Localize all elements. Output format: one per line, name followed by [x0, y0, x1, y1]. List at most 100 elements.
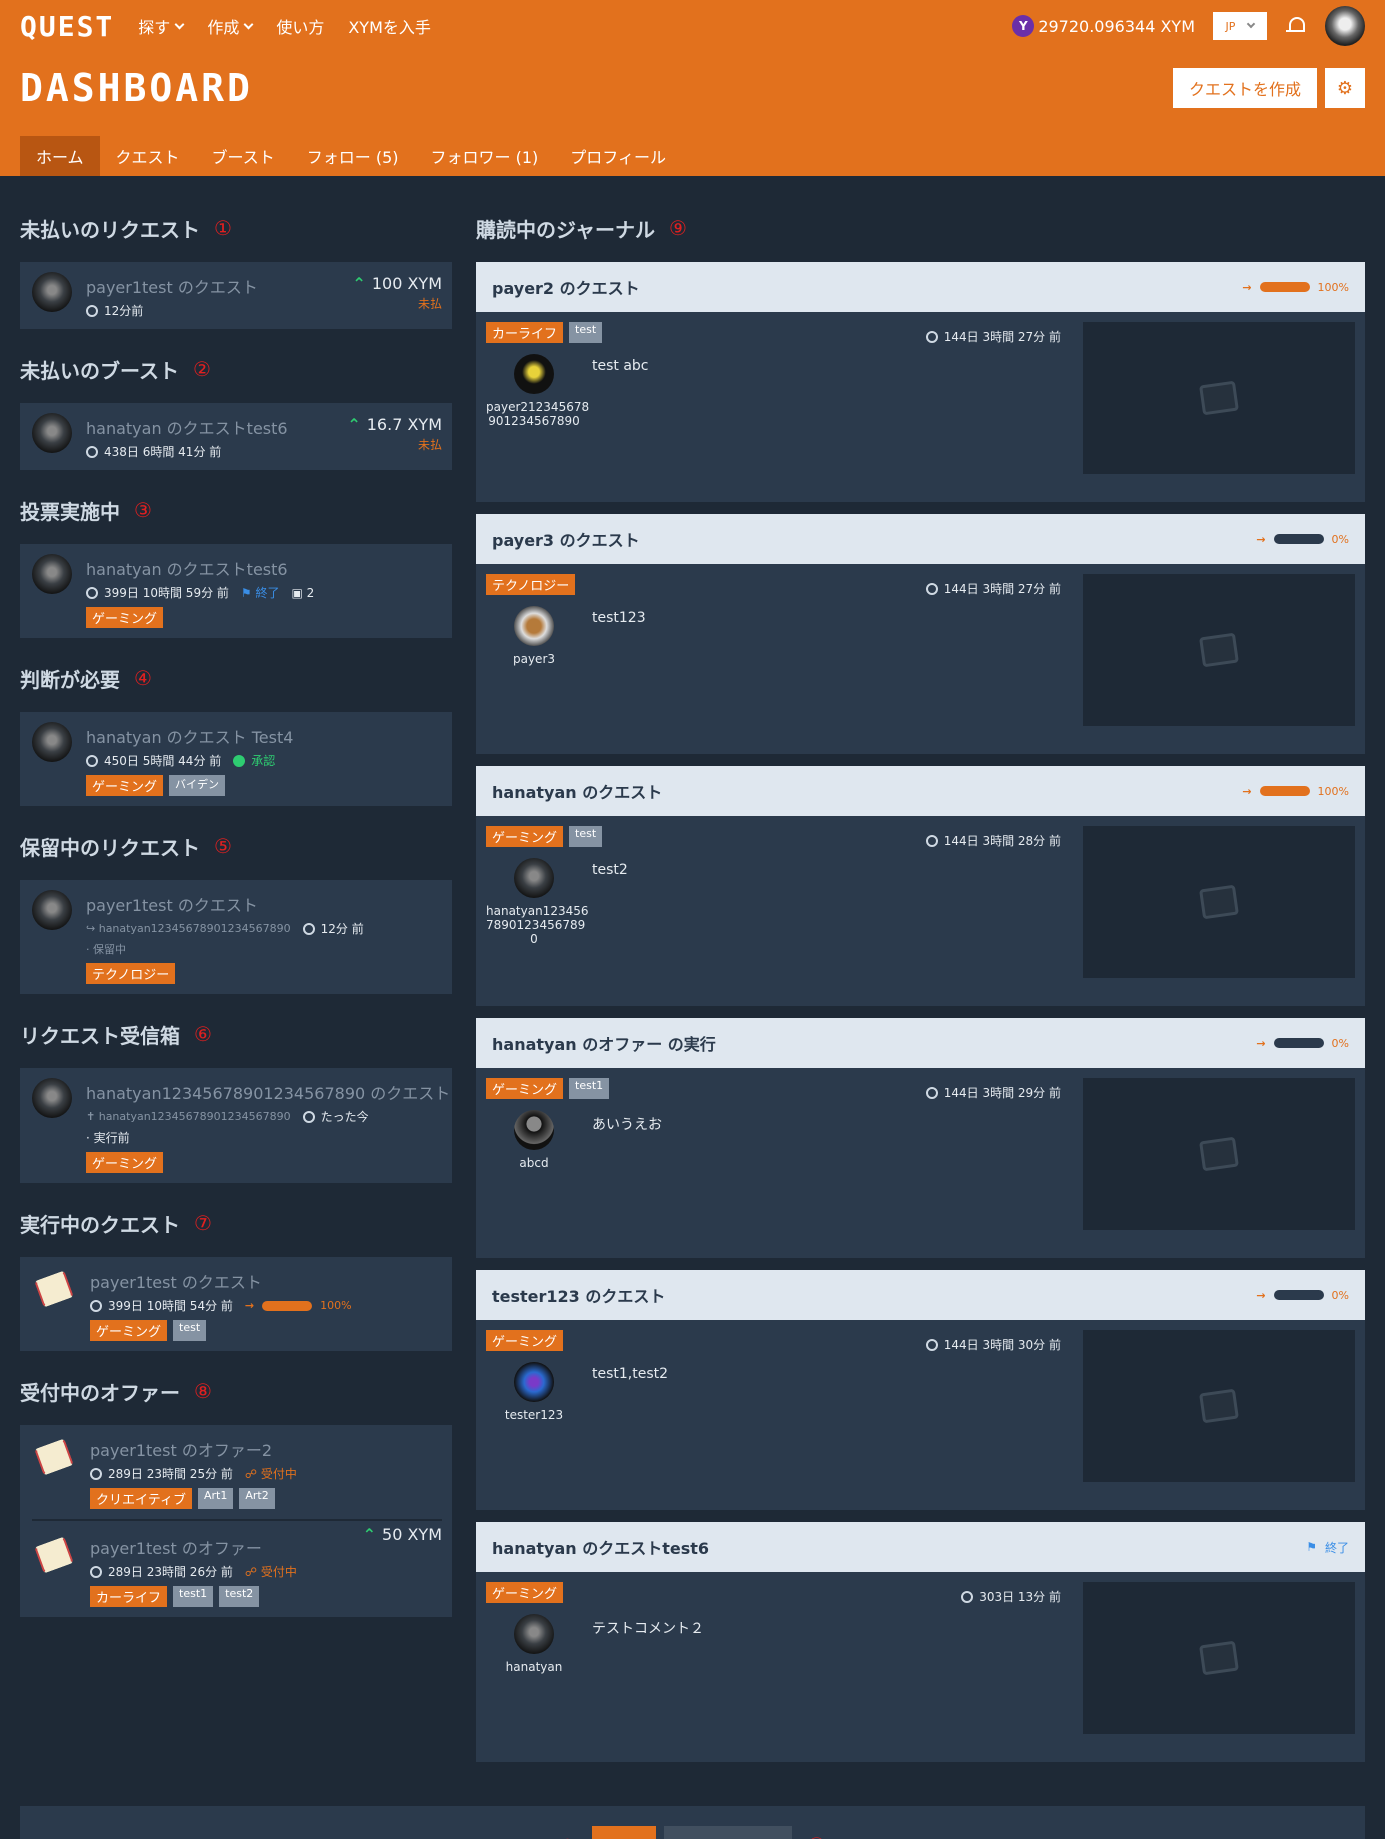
tag[interactable]: ゲーミング — [90, 1320, 168, 1341]
journal-card[interactable]: payer2 のクエスト → 100% カーライフ test 144日 3時間 27分… — [476, 262, 1365, 502]
tab-quest[interactable]: クエスト — [100, 136, 196, 176]
journal-user[interactable]: abcd — [486, 1110, 582, 1170]
journal-comment: test abc — [592, 358, 649, 374]
signout-button[interactable]: サインアウト — [663, 1826, 792, 1839]
tag[interactable]: test — [173, 1320, 207, 1341]
journal-user[interactable]: payer212345678 901234567890 — [486, 354, 589, 428]
time: 399日 10時間 59分 前 — [86, 584, 229, 601]
tag[interactable]: ゲーミング — [486, 826, 564, 847]
list-item[interactable]: payer1test のオファー 289日 23時間 26分 前 ☍ 受付中 カ… — [32, 1519, 442, 1607]
item-name[interactable]: payer1test のクエスト — [86, 892, 442, 916]
logo[interactable]: QUEST — [20, 10, 114, 43]
list-item[interactable]: hanatyan のクエストtest6 399日 10時間 59分 前 ⚑ 終了… — [32, 552, 442, 628]
journal-card[interactable]: payer3 のクエスト → 0% テクノロジー 144日 3時間 27分 前 pa… — [476, 514, 1365, 754]
tag[interactable]: ゲーミング — [86, 607, 164, 628]
journal-comment: テストコメント２ — [592, 1621, 704, 1637]
journal-user[interactable]: tester123 — [486, 1362, 582, 1422]
chevron-up-icon: ⌃ — [362, 1525, 377, 1544]
item-name[interactable]: payer1test のクエスト — [90, 1269, 442, 1293]
tag[interactable]: test2 — [219, 1586, 260, 1607]
settings-button[interactable]: 設定 — [591, 1826, 656, 1839]
tag[interactable]: test1 — [173, 1586, 214, 1607]
tag[interactable]: test — [569, 826, 603, 847]
bell-icon[interactable] — [1285, 15, 1307, 37]
item-name[interactable]: hanatyan12345678901234567890 のクエスト — [86, 1080, 450, 1104]
create-quest-button[interactable]: クエストを作成 — [1172, 68, 1317, 108]
tag[interactable]: ゲーミング — [486, 1582, 564, 1603]
item-name[interactable]: payer1test のオファー2 — [90, 1437, 442, 1461]
amount: ⌃ 16.7 XYM 未払 — [347, 415, 442, 453]
list-item[interactable]: hanatyan のクエストtest6 438日 6時間 41分 前 ⌃ 16.7… — [32, 411, 442, 460]
item-name[interactable]: hanatyan のクエストtest6 — [86, 556, 442, 580]
list-item[interactable]: hanatyan のクエスト Test4 450日 5時間 44分 前 承認 ゲ… — [32, 720, 442, 796]
journal-header: payer3 のクエスト → 0% — [476, 514, 1365, 564]
tag[interactable]: ゲーミング — [86, 775, 164, 796]
tab-home[interactable]: ホーム — [20, 136, 100, 176]
nav-get-xym[interactable]: XYMを入手 — [348, 14, 431, 38]
nav-search[interactable]: 探す — [138, 14, 185, 38]
tag[interactable]: ゲーミング — [86, 1152, 164, 1173]
running-quest-card: payer1test のクエスト 399日 10時間 54分 前 → 100% ゲ… — [20, 1257, 452, 1351]
scroll-icon — [32, 1435, 76, 1479]
status-text: 受付中 — [260, 1467, 297, 1481]
user-settings-button[interactable]: ⚙ — [1325, 68, 1365, 108]
tag[interactable]: ゲーミング — [486, 1330, 564, 1351]
avatar[interactable] — [1325, 6, 1365, 46]
tag[interactable]: Art1 — [197, 1488, 234, 1509]
section-title: 未払いのリクエスト ① — [20, 206, 452, 250]
journal-card[interactable]: hanatyan のクエストtest6 ⚑ 終了 ゲーミング 303日 13分 前 … — [476, 1522, 1365, 1762]
chevron-down-icon — [1247, 19, 1256, 29]
status-text: 受付中 — [260, 1565, 297, 1579]
journal-card[interactable]: hanatyan のオファー の実行 → 0% ゲーミング test1 144日 3時… — [476, 1018, 1365, 1258]
journal-user[interactable]: hanatyan123456 7890123456789 0 — [486, 858, 589, 946]
tab-boost[interactable]: ブースト — [196, 136, 291, 176]
journal-user[interactable]: payer3 — [486, 606, 582, 666]
tag[interactable]: クリエイティブ — [90, 1488, 192, 1509]
list-item[interactable]: payer1test のクエスト 12分前 ⌃ 100 XYM 未払 — [32, 270, 442, 319]
tab-profile[interactable]: プロフィール — [554, 136, 682, 176]
status-badge: 未払 — [417, 438, 442, 452]
list-item[interactable]: payer1test のクエスト 399日 10時間 54分 前 → 100% ゲ… — [32, 1265, 442, 1341]
tag[interactable]: テクノロジー — [86, 963, 176, 984]
chevron-down-icon — [243, 19, 254, 29]
tag[interactable]: カーライフ — [486, 322, 564, 343]
list-item[interactable]: hanatyan12345678901234567890 のクエスト ✝ han… — [32, 1076, 450, 1173]
avatar — [32, 413, 72, 453]
amount-value: 16.7 XYM — [366, 415, 442, 434]
journal-comment: test123 — [592, 610, 646, 626]
scroll-icon — [32, 1267, 76, 1311]
unlock-icon: ☍ — [244, 1565, 261, 1579]
list-item[interactable]: payer1test のクエスト ↪ hanatyan1234567890123… — [32, 888, 442, 984]
journal-header: payer2 のクエスト → 100% — [476, 262, 1365, 312]
open-offers-card: payer1test のオファー2 289日 23時間 25分 前 ☍ 受付中 … — [20, 1425, 452, 1617]
tag[interactable]: Art2 — [239, 1488, 275, 1509]
tag[interactable]: ゲーミング — [486, 1078, 564, 1099]
unpaid-request-card: payer1test のクエスト 12分前 ⌃ 100 XYM 未払 — [20, 262, 452, 329]
avatar — [32, 722, 72, 762]
tag[interactable]: カーライフ — [90, 1586, 168, 1607]
nav-create[interactable]: 作成 — [207, 14, 254, 38]
tag[interactable]: test1 — [569, 1078, 610, 1099]
clock-icon — [925, 330, 938, 343]
top-nav: QUEST 探す 作成 使い方 XYMを入手 Y 29720.096344 XYM… — [0, 0, 1385, 52]
nav-howto[interactable]: 使い方 — [276, 14, 324, 38]
journal-card[interactable]: hanatyan のクエスト → 100% ゲーミング test 144日 3時間 2… — [476, 766, 1365, 1006]
journal-card[interactable]: tester123 のクエスト → 0% ゲーミング 144日 3時間 30分 前 … — [476, 1270, 1365, 1510]
tab-follower[interactable]: フォロワー (1) — [415, 136, 555, 176]
footer: ⑩ 設定 サインアウト ⑪ — [20, 1806, 1365, 1839]
time-text: 144日 3時間 29分 前 — [943, 1086, 1061, 1100]
tag[interactable]: テクノロジー — [486, 574, 576, 595]
list-item[interactable]: payer1test のオファー2 289日 23時間 25分 前 ☍ 受付中 … — [32, 1433, 442, 1509]
tab-follow[interactable]: フォロー (5) — [291, 136, 415, 176]
language-select[interactable]: JP — [1213, 12, 1267, 40]
journal-user[interactable]: hanatyan — [486, 1614, 582, 1674]
tag[interactable]: バイデン — [169, 775, 226, 796]
avatar — [32, 554, 72, 594]
flag-icon: ⚑ — [240, 586, 256, 600]
section-title-text: 未払いのリクエスト — [20, 217, 200, 242]
item-name[interactable]: hanatyan のクエスト Test4 — [86, 724, 442, 748]
tag[interactable]: test — [569, 322, 603, 343]
amount: ⌃ 50 XYM — [363, 1525, 442, 1544]
section-number: ⑥ — [194, 1022, 212, 1046]
username-line: 0 — [530, 932, 538, 946]
